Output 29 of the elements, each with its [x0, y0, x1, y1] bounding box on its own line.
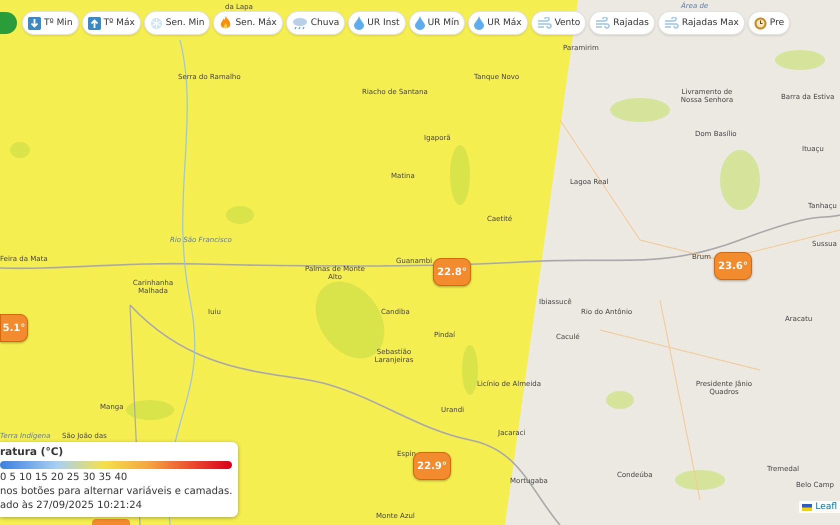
flag-icon [802, 504, 812, 510]
layer-button[interactable]: Chuva [286, 11, 346, 35]
scale-labels: 0 5 10 15 20 25 30 35 40 [0, 472, 128, 483]
wind-icon [536, 17, 552, 29]
clock-icon [754, 16, 767, 30]
legend-hint: nos botões para alternar variáveis e camadas. [0, 486, 232, 497]
fire-icon [219, 16, 232, 30]
layer-button[interactable]: Tº Máx [82, 11, 141, 35]
update-time: ado às 27/09/2025 10:21:24 [0, 500, 144, 511]
layer-button[interactable]: UR Mín [408, 11, 466, 35]
legend-title: ratura (°C) [0, 446, 64, 458]
layer-button[interactable]: Rajadas [589, 11, 655, 35]
layer-button[interactable]: Sen. Máx [213, 11, 283, 35]
droplet-icon [414, 16, 425, 30]
down-arrow-icon [28, 16, 41, 30]
layer-button[interactable]: Vento [530, 11, 586, 35]
layer-button[interactable]: Sen. Min [144, 11, 210, 35]
map-attribution[interactable]: Leafl [799, 501, 840, 513]
droplet-icon [354, 16, 364, 30]
layer-button[interactable]: UR Máx [468, 11, 528, 35]
droplet-icon [474, 16, 484, 30]
up-arrow-icon [88, 16, 101, 30]
layer-button[interactable]: UR Inst [348, 11, 406, 35]
snowflake-icon [150, 16, 163, 30]
layer-button[interactable]: Rajadas Max [658, 11, 745, 35]
wind-icon [664, 17, 679, 29]
wind-icon [595, 17, 610, 29]
layer-button[interactable]: Tº Min [22, 11, 79, 35]
rain-cloud-icon [292, 16, 308, 30]
